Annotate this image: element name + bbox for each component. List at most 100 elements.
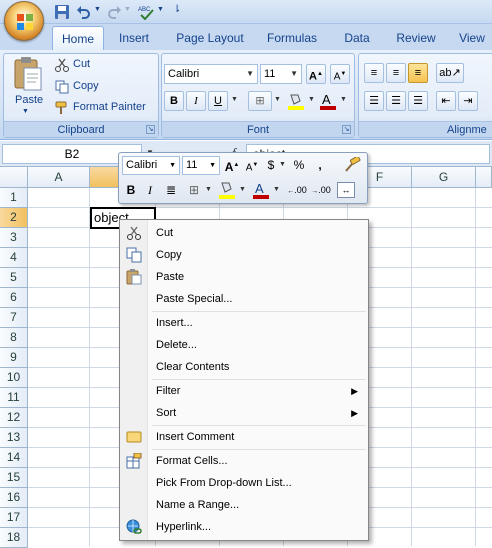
font-family-combo[interactable]: Calibri ▼	[164, 64, 258, 84]
tab-home[interactable]: Home	[52, 26, 104, 50]
mini-font-combo[interactable]: Calibri ▼	[122, 156, 180, 175]
spelling-check-icon[interactable]: ABC	[138, 4, 154, 20]
mini-currency-icon[interactable]: $	[263, 155, 279, 175]
tab-data[interactable]: Data	[336, 26, 378, 50]
row-header-13[interactable]: 13	[0, 428, 28, 448]
row-header-15[interactable]: 15	[0, 468, 28, 488]
increase-indent-icon[interactable]: ⇥	[458, 91, 478, 111]
cut-icon[interactable]	[55, 58, 69, 72]
grow-font-icon[interactable]: A▲	[306, 64, 326, 84]
select-all-corner[interactable]	[0, 167, 28, 188]
tab-review[interactable]: Review	[388, 26, 444, 50]
row-header-7[interactable]: 7	[0, 308, 28, 328]
mini-italic-icon[interactable]: I	[143, 180, 157, 200]
mini-increase-decimal-icon[interactable]: ←.00	[287, 180, 307, 200]
align-middle-icon[interactable]: ≡	[386, 63, 406, 83]
row-header-14[interactable]: 14	[0, 448, 28, 468]
row-header-17[interactable]: 17	[0, 508, 28, 528]
row-header-16[interactable]: 16	[0, 488, 28, 508]
align-top-icon[interactable]: ≡	[364, 63, 384, 83]
align-left-icon[interactable]: ☰	[364, 91, 384, 111]
menu-item-delete[interactable]: Delete...	[121, 334, 368, 356]
tab-insert[interactable]: Insert	[108, 26, 160, 50]
paste-button[interactable]: Paste	[15, 94, 43, 106]
decrease-indent-icon[interactable]: ⇤	[436, 91, 456, 111]
row-header-9[interactable]: 9	[0, 348, 28, 368]
menu-item-insert-comment[interactable]: Insert Comment	[121, 426, 368, 448]
mini-decrease-decimal-icon[interactable]: →.00	[311, 180, 331, 200]
font-color-icon[interactable]: A	[318, 91, 338, 111]
redo-dropdown-icon[interactable]: ▼	[124, 6, 131, 13]
mini-currency-dropdown-icon[interactable]: ▼	[279, 161, 286, 168]
italic-icon[interactable]: I	[186, 91, 206, 111]
menu-item-clear-contents[interactable]: Clear Contents	[121, 356, 368, 378]
qat-customize-icon[interactable]: ▼	[157, 6, 164, 13]
font-launcher-icon[interactable]: ↘	[342, 125, 351, 134]
menu-item-sort[interactable]: Sort ▶	[121, 402, 368, 424]
menu-item-copy[interactable]: Copy	[121, 244, 368, 266]
row-header-4[interactable]: 4	[0, 248, 28, 268]
menu-item-pick-list[interactable]: Pick From Drop-down List...	[121, 472, 368, 494]
mini-comma-icon[interactable]: ,	[313, 155, 327, 175]
mini-borders-icon[interactable]: ⊞	[185, 180, 203, 200]
row-header-1[interactable]: 1	[0, 188, 28, 208]
menu-item-cut[interactable]: Cut	[121, 222, 368, 244]
mini-fill-color-icon[interactable]	[217, 180, 237, 200]
mini-grow-font-icon[interactable]: A▲	[223, 155, 241, 175]
menu-item-insert[interactable]: Insert...	[121, 312, 368, 334]
menu-item-name-range[interactable]: Name a Range...	[121, 494, 368, 516]
row-header-8[interactable]: 8	[0, 328, 28, 348]
row-header-5[interactable]: 5	[0, 268, 28, 288]
align-bottom-icon[interactable]: ≡	[408, 63, 428, 83]
tab-page-layout[interactable]: Page Layout	[170, 26, 250, 50]
office-button[interactable]	[4, 1, 44, 41]
redo-icon[interactable]	[106, 4, 122, 20]
underline-icon[interactable]: U	[208, 91, 228, 111]
qat-more-icon[interactable]: ⇂	[173, 4, 181, 15]
undo-icon[interactable]	[76, 4, 92, 20]
column-header-a[interactable]: A	[28, 167, 90, 188]
copy-button[interactable]: Copy	[73, 80, 99, 92]
undo-dropdown-icon[interactable]: ▼	[94, 6, 101, 13]
menu-item-paste-special[interactable]: Paste Special...	[121, 288, 368, 310]
row-header-2[interactable]: 2	[0, 208, 28, 228]
underline-dropdown-icon[interactable]: ▼	[231, 96, 238, 103]
column-header-g[interactable]: G	[412, 167, 476, 188]
copy-icon[interactable]	[55, 80, 69, 94]
format-painter-button[interactable]: Format Painter	[73, 101, 146, 113]
tab-formulas[interactable]: Formulas	[260, 26, 324, 50]
row-header-11[interactable]: 11	[0, 388, 28, 408]
font-size-combo[interactable]: 11 ▼	[260, 64, 302, 84]
menu-item-filter[interactable]: Filter ▶	[121, 380, 368, 402]
column-header-h[interactable]	[476, 167, 492, 188]
mini-percent-icon[interactable]: %	[291, 155, 307, 175]
borders-icon[interactable]: ⊞	[248, 91, 272, 111]
mini-borders-dropdown-icon[interactable]: ▼	[205, 186, 212, 193]
mini-font-color-dropdown-icon[interactable]: ▼	[273, 186, 280, 193]
format-painter-icon[interactable]	[55, 101, 69, 115]
fill-color-dropdown-icon[interactable]: ▼	[308, 96, 315, 103]
mini-center-icon[interactable]: ≣	[163, 180, 179, 200]
menu-item-hyperlink[interactable]: Hyperlink...	[121, 516, 368, 538]
shrink-font-icon[interactable]: A▼	[330, 64, 350, 84]
orientation-icon[interactable]: ab↗	[436, 63, 464, 83]
row-header-3[interactable]: 3	[0, 228, 28, 248]
mini-font-color-icon[interactable]: A	[251, 180, 271, 200]
paste-icon[interactable]	[12, 56, 44, 92]
font-color-dropdown-icon[interactable]: ▼	[340, 96, 347, 103]
borders-dropdown-icon[interactable]: ▼	[274, 96, 281, 103]
align-right-icon[interactable]: ☰	[408, 91, 428, 111]
clipboard-launcher-icon[interactable]: ↘	[146, 125, 155, 134]
align-center-icon[interactable]: ☰	[386, 91, 406, 111]
mini-size-combo[interactable]: 11 ▼	[182, 156, 220, 175]
mini-format-painter-icon[interactable]	[343, 157, 361, 173]
row-header-6[interactable]: 6	[0, 288, 28, 308]
menu-item-paste[interactable]: Paste	[121, 266, 368, 288]
menu-item-format-cells[interactable]: Format Cells...	[121, 450, 368, 472]
paste-dropdown-icon[interactable]: ▼	[22, 108, 29, 115]
mini-bold-icon[interactable]: B	[123, 180, 139, 200]
mini-fill-dropdown-icon[interactable]: ▼	[239, 186, 246, 193]
fill-color-icon[interactable]	[286, 91, 306, 111]
row-header-12[interactable]: 12	[0, 408, 28, 428]
row-header-10[interactable]: 10	[0, 368, 28, 388]
